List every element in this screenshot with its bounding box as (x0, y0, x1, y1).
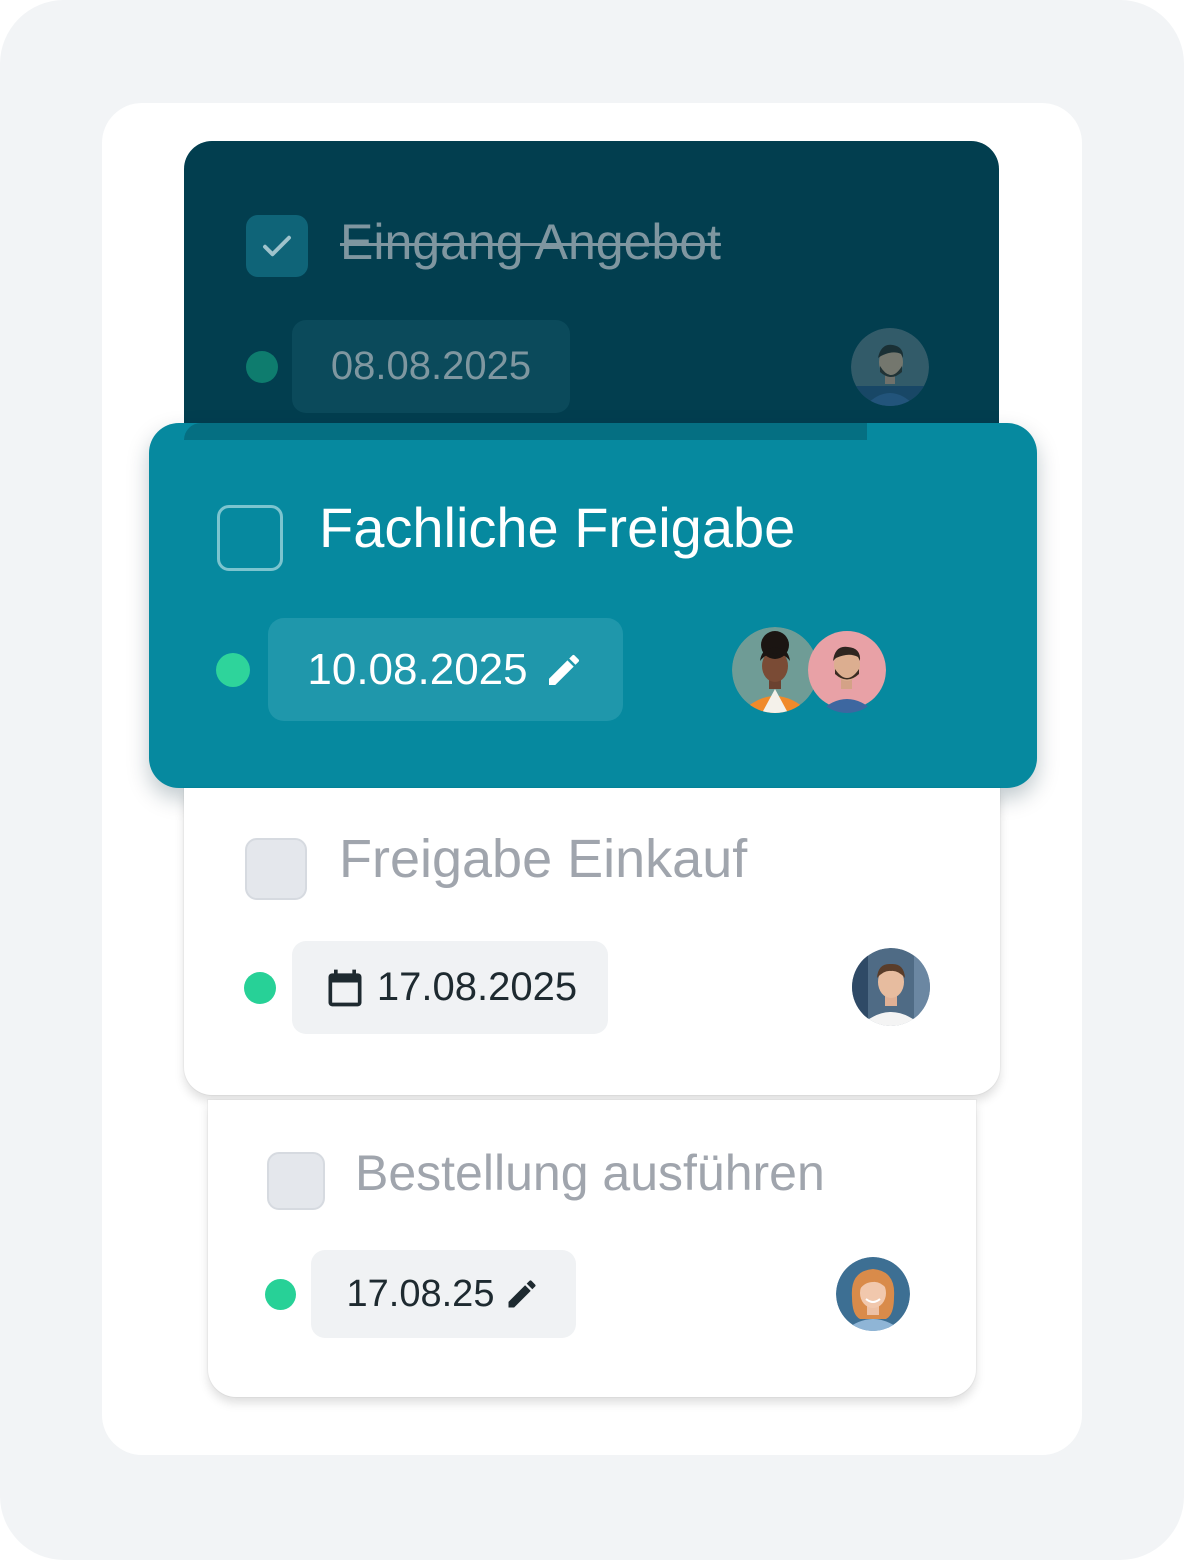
status-dot (244, 972, 276, 1004)
task-card-eingang-angebot[interactable]: Eingang Angebot 08.08.2025 (184, 141, 999, 441)
assignee-avatar[interactable] (732, 627, 818, 713)
status-dot (246, 351, 278, 383)
task-checkbox[interactable] (245, 838, 307, 900)
task-checkbox-checked[interactable] (246, 215, 308, 277)
task-card-fachliche-freigabe[interactable]: Fachliche Freigabe 10.08.2025 (149, 423, 1037, 788)
task-checkbox[interactable] (267, 1152, 325, 1210)
task-title: Freigabe Einkauf (339, 829, 748, 889)
task-checkbox[interactable] (217, 505, 283, 571)
task-card-freigabe-einkauf[interactable]: Freigabe Einkauf 17.08.2025 (184, 788, 1000, 1095)
status-dot (216, 653, 250, 687)
calendar-icon (328, 969, 362, 1006)
card-stack-edge (184, 423, 867, 440)
status-dot (265, 1279, 296, 1310)
due-date-chip[interactable]: 08.08.2025 (292, 320, 570, 413)
assignee-avatar[interactable] (852, 948, 930, 1026)
due-date-text: 10.08.2025 (307, 644, 528, 694)
due-date-chip[interactable]: 17.08.25 (311, 1250, 576, 1338)
assignee-avatar[interactable] (808, 627, 886, 713)
due-date-chip[interactable]: 17.08.2025 (292, 941, 608, 1034)
checkmark-icon (263, 235, 291, 257)
due-date-text: 17.08.2025 (376, 965, 578, 1009)
task-title: Eingang Angebot (340, 214, 721, 270)
due-date-chip[interactable]: 10.08.2025 (268, 618, 623, 721)
task-card-bestellung-ausfuehren[interactable]: Bestellung ausführen 17.08.25 (208, 1100, 976, 1397)
due-date-text: 08.08.2025 (330, 344, 532, 388)
assignee-avatar[interactable] (851, 328, 929, 406)
due-date-text: 17.08.25 (346, 1272, 495, 1315)
task-title: Bestellung ausführen (355, 1145, 825, 1201)
pencil-icon[interactable] (544, 650, 584, 690)
pencil-icon[interactable] (504, 1276, 540, 1312)
task-title: Fachliche Freigabe (319, 496, 796, 559)
assignee-avatar[interactable] (836, 1257, 910, 1331)
